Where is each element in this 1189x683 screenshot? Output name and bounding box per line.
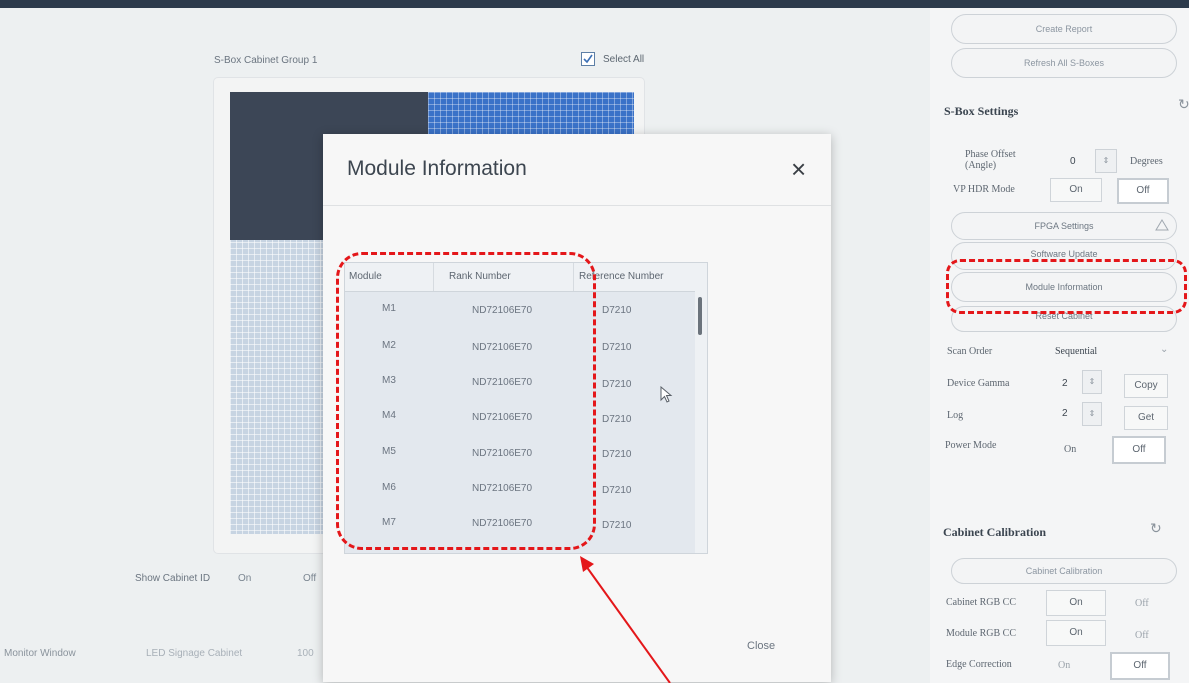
warning-icon (1155, 219, 1169, 231)
vp-hdr-off-toggle[interactable]: Off (1117, 178, 1169, 204)
scan-order-label: Scan Order (947, 346, 993, 357)
table-row[interactable]: M1 ND72106E70 D7210 (345, 295, 695, 332)
module-information-button[interactable]: Module Information (951, 272, 1177, 302)
edge-correction-on-toggle[interactable]: On (1058, 660, 1070, 671)
fpga-settings-button[interactable]: FPGA Settings (951, 212, 1177, 240)
annotation-arrow-icon (580, 556, 671, 683)
get-button[interactable]: Get (1124, 406, 1168, 430)
table-header: Module Rank Number Reference Number (345, 263, 707, 292)
table-row[interactable]: M7 ND72106E70 D7210 (345, 517, 695, 553)
table-row[interactable]: M5 ND72106E70 D7210 (345, 443, 695, 480)
module-rgb-cc-label: Module RGB CC (946, 628, 1017, 639)
phase-offset-value[interactable]: 0 (1070, 156, 1076, 167)
reference-number-cell: D7210 (602, 414, 632, 425)
reference-number-cell: D7210 (602, 449, 632, 460)
power-mode-off-toggle[interactable]: Off (1112, 436, 1166, 464)
module-rgb-cc-off-toggle[interactable]: Off (1135, 630, 1149, 641)
module-cell: M1 (382, 303, 396, 314)
monitor-cabinet-select[interactable]: LED Signage Cabinet (146, 648, 242, 659)
log-stepper[interactable]: ⇕ (1082, 402, 1102, 426)
show-cabinet-id-label: Show Cabinet ID (135, 573, 211, 584)
rank-number-cell: ND72106E70 (472, 483, 533, 494)
dialog-divider (323, 205, 831, 206)
device-gamma-stepper[interactable]: ⇕ (1082, 370, 1102, 394)
column-divider (433, 263, 434, 291)
module-table: Module Rank Number Reference Number M1 N… (344, 262, 708, 554)
module-cell: M2 (382, 340, 396, 351)
dialog-close-button[interactable]: Close (747, 640, 775, 652)
sbox-settings-title: S-Box Settings (944, 104, 1019, 118)
monitor-value[interactable]: 100 (297, 648, 314, 659)
cabinet-calibration-title: Cabinet Calibration (943, 525, 1047, 539)
column-header-rank-number[interactable]: Rank Number (449, 271, 511, 282)
column-divider (573, 263, 574, 291)
check-icon (583, 54, 593, 64)
scrollbar-thumb[interactable] (698, 297, 702, 335)
device-gamma-value[interactable]: 2 (1062, 378, 1068, 389)
log-label: Log (947, 410, 964, 421)
edge-correction-label: Edge Correction (946, 659, 1012, 670)
reference-number-cell: D7210 (602, 485, 632, 496)
cabinet-group-label: S-Box Cabinet Group 1 (214, 55, 318, 66)
cabinet-calibration-button[interactable]: Cabinet Calibration (951, 558, 1177, 584)
table-row[interactable]: M6 ND72106E70 D7210 (345, 480, 695, 517)
cabinet-rgb-cc-off-toggle[interactable]: Off (1135, 598, 1149, 609)
phase-offset-label: Phase Offset (Angle) (965, 149, 1016, 171)
module-cell: M6 (382, 482, 396, 493)
rank-number-cell: ND72106E70 (472, 305, 533, 316)
select-all-label: Select All (603, 54, 645, 65)
reference-number-cell: D7210 (602, 379, 632, 390)
reference-number-cell: D7210 (602, 305, 632, 316)
rank-number-cell: ND72106E70 (472, 518, 533, 529)
module-rgb-cc-on-toggle[interactable]: On (1046, 620, 1106, 646)
refresh-icon[interactable]: ↻ (1150, 520, 1162, 537)
reference-number-cell: D7210 (602, 342, 632, 353)
edge-correction-off-toggle[interactable]: Off (1110, 652, 1170, 680)
table-row[interactable]: M2 ND72106E70 D7210 (345, 332, 695, 369)
table-scrollbar[interactable] (695, 291, 707, 553)
log-value[interactable]: 2 (1062, 408, 1068, 419)
rank-number-cell: ND72106E70 (472, 342, 533, 353)
show-cabinet-id-on[interactable]: On (238, 573, 251, 584)
column-header-module[interactable]: Module (349, 271, 382, 282)
column-header-reference-number[interactable]: Reference Number (579, 271, 663, 282)
chevron-down-icon[interactable]: ⌄ (1160, 344, 1168, 355)
phase-offset-unit: Degrees (1130, 156, 1163, 167)
rank-number-cell: ND72106E70 (472, 412, 533, 423)
refresh-all-sboxes-button[interactable]: Refresh All S-Boxes (951, 48, 1177, 78)
close-icon[interactable]: × (791, 154, 806, 185)
module-cell: M4 (382, 410, 396, 421)
dialog-title: Module Information (347, 157, 527, 180)
table-row[interactable]: M3 ND72106E70 D7210 (345, 369, 695, 406)
cabinet-highlight-module[interactable] (428, 92, 634, 138)
power-mode-label: Power Mode (945, 440, 997, 451)
show-cabinet-id-off[interactable]: Off (303, 573, 316, 584)
copy-button[interactable]: Copy (1124, 374, 1168, 398)
module-cell: M3 (382, 375, 396, 386)
select-all-checkbox[interactable] (581, 52, 595, 66)
rank-number-cell: ND72106E70 (472, 377, 533, 388)
vp-hdr-on-toggle[interactable]: On (1050, 178, 1102, 202)
device-gamma-label: Device Gamma (947, 378, 1010, 389)
phase-offset-stepper[interactable]: ⇕ (1095, 149, 1117, 173)
cabinet-rgb-cc-on-toggle[interactable]: On (1046, 590, 1106, 616)
module-cell: M5 (382, 446, 396, 457)
create-report-button[interactable]: Create Report (951, 14, 1177, 44)
refresh-icon[interactable]: ↻ (1178, 96, 1189, 113)
rank-number-cell: ND72106E70 (472, 448, 533, 459)
reset-cabinet-button[interactable]: Reset Cabinet (951, 306, 1177, 332)
software-update-button[interactable]: Software Update (951, 242, 1177, 270)
title-bar (0, 0, 1189, 8)
monitor-window-label: Monitor Window (4, 648, 76, 659)
vp-hdr-label: VP HDR Mode (953, 184, 1015, 195)
mouse-cursor-icon (660, 386, 673, 403)
table-row[interactable]: M4 ND72106E70 D7210 (345, 406, 695, 443)
reference-number-cell: D7210 (602, 520, 632, 531)
cabinet-rgb-cc-label: Cabinet RGB CC (946, 597, 1017, 608)
scan-order-select[interactable]: Sequential (1055, 346, 1097, 357)
module-cell: M7 (382, 517, 396, 528)
power-mode-on-toggle[interactable]: On (1064, 444, 1076, 455)
